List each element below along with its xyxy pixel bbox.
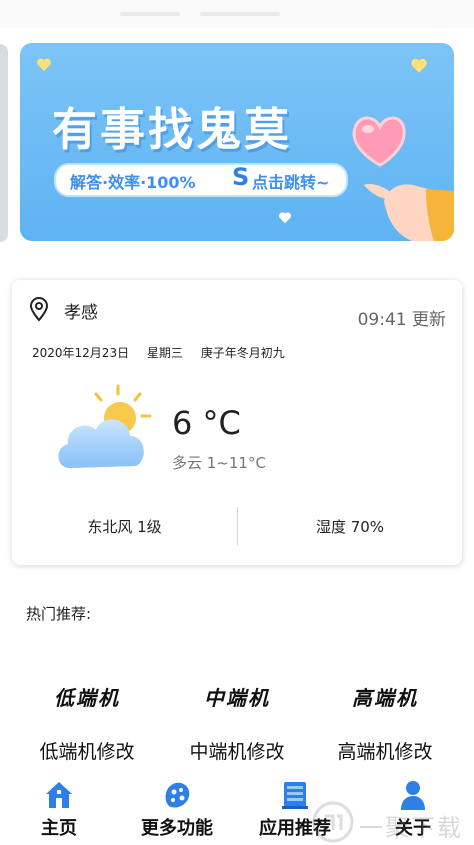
high-end-logo[interactable]: 高端机 [310,682,460,711]
nav-more-features[interactable]: 更多功能 [118,770,236,845]
low-end-modify-link[interactable]: 低端机修改 [12,737,162,764]
humidity-info: 湿度 70% [315,518,385,536]
app-store-icon [282,782,308,809]
location-pin-icon [29,297,49,322]
promo-banner[interactable]: 有事找鬼莫 解答·效率·100% S 点击跳转~ [20,43,454,241]
high-end-modify-link[interactable]: 高端机修改 [310,737,460,764]
nav-home[interactable]: 主页 [0,770,118,845]
mid-end-modify-link[interactable]: 中端机修改 [162,737,312,764]
mid-end-logo[interactable]: 中端机 [162,682,312,711]
weekday-text: 星期三 [146,346,183,360]
home-icon [46,782,72,808]
low-end-logo[interactable]: 低端机 [12,682,162,711]
lunar-date-text: 庚子年冬月初九 [200,346,285,360]
partly-cloudy-icon [58,384,152,468]
banner-pill-text: 解答·效率·100% [70,173,196,192]
heart-decoration-icon [411,58,427,73]
watermark-text: 一聚下载 [359,814,463,842]
more-features-icon [165,782,190,808]
hot-recommend-title: 热门推荐: [26,605,92,623]
hand-heart-icon [352,116,454,241]
city-name: 孝感 [64,303,98,323]
heart-decoration-icon [37,58,51,71]
ghost-line [120,12,180,16]
weather-card[interactable]: 孝感 09:41 更新 2020年12月23日 星期三 庚子年冬月初九 6 °C… [12,280,462,565]
temperature: 6 °C [172,404,241,442]
wind-info: 东北风 1级 [87,518,162,536]
nav-more-features-label: 更多功能 [141,818,213,839]
banner-pill-link-text: 点击跳转~ [252,173,330,192]
watermark: 一聚下载 [309,800,474,845]
date-text: 2020年12月23日 [32,346,130,360]
banner-pill-icon: S [232,163,250,191]
heart-decoration-icon [278,212,292,224]
banner-prev-edge[interactable] [0,44,8,242]
banner-pill[interactable]: 解答·效率·100% S 点击跳转~ [54,163,348,197]
banner-title: 有事找鬼莫 [52,103,293,156]
ghost-line [200,12,280,16]
watermark-logo-icon [312,801,354,843]
date-line: 2020年12月23日 星期三 庚子年冬月初九 [32,344,299,361]
top-strip [0,0,474,28]
nav-home-label: 主页 [41,818,77,839]
update-time: 09:41 更新 [357,310,446,330]
weather-condition: 多云 1~11°C [172,454,266,472]
